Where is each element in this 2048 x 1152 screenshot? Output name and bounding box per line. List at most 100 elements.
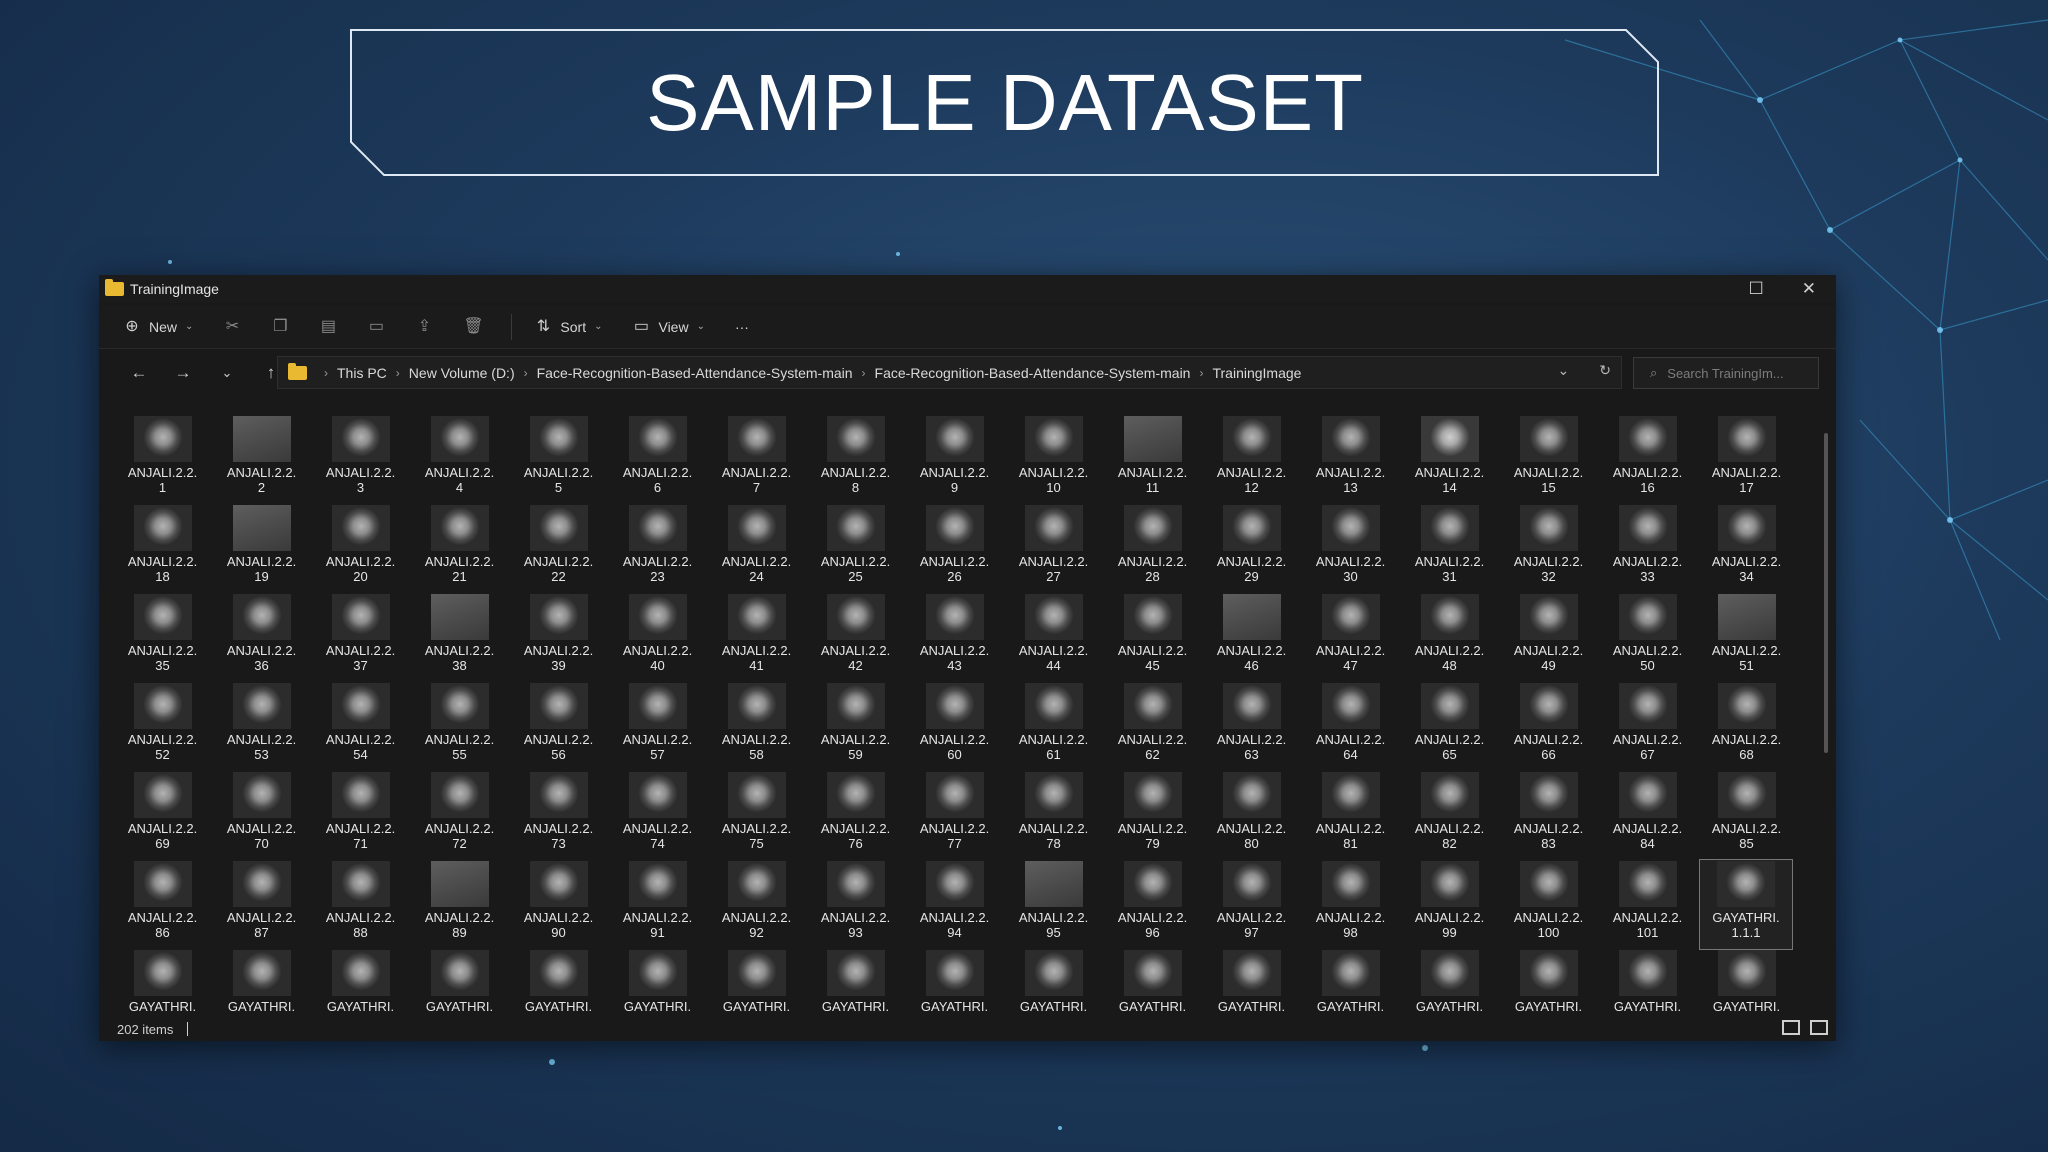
breadcrumb-drive[interactable]: New Volume (D:) (409, 365, 515, 381)
file-item[interactable]: ANJALI.2.2. 77 (905, 771, 1004, 860)
file-item[interactable]: ANJALI.2.2. 73 (509, 771, 608, 860)
file-item[interactable]: ANJALI.2.2. 55 (410, 682, 509, 771)
file-item[interactable]: ANJALI.2.2. 66 (1499, 682, 1598, 771)
file-item[interactable]: ANJALI.2.2. 83 (1499, 771, 1598, 860)
file-item[interactable]: ANJALI.2.2. 67 (1598, 682, 1697, 771)
file-item[interactable]: ANJALI.2.2. 58 (707, 682, 806, 771)
file-item[interactable]: ANJALI.2.2. 51 (1697, 593, 1796, 682)
file-item[interactable]: ANJALI.2.2. 92 (707, 860, 806, 949)
file-item[interactable]: ANJALI.2.2. 46 (1202, 593, 1301, 682)
file-item[interactable]: ANJALI.2.2. 40 (608, 593, 707, 682)
file-item[interactable]: ANJALI.2.2. 56 (509, 682, 608, 771)
vertical-scrollbar[interactable] (1824, 433, 1828, 753)
file-item[interactable]: ANJALI.2.2. 94 (905, 860, 1004, 949)
file-item[interactable]: GAYATHRI. 1.1.1 (1699, 859, 1793, 950)
file-item[interactable]: ANJALI.2.2. 17 (1697, 415, 1796, 504)
file-item[interactable]: ANJALI.2.2. 7 (707, 415, 806, 504)
file-item[interactable]: ANJALI.2.2. 35 (113, 593, 212, 682)
file-item[interactable]: ANJALI.2.2. 36 (212, 593, 311, 682)
file-item[interactable]: GAYATHRI. (1598, 949, 1697, 1013)
file-item[interactable]: ANJALI.2.2. 81 (1301, 771, 1400, 860)
file-item[interactable]: GAYATHRI. (905, 949, 1004, 1013)
file-item[interactable]: ANJALI.2.2. 6 (608, 415, 707, 504)
search-box[interactable]: ⌕ Search TrainingIm... (1633, 357, 1819, 389)
file-item[interactable]: ANJALI.2.2. 57 (608, 682, 707, 771)
file-item[interactable]: ANJALI.2.2. 9 (905, 415, 1004, 504)
file-item[interactable]: ANJALI.2.2. 98 (1301, 860, 1400, 949)
file-item[interactable]: GAYATHRI. (311, 949, 410, 1013)
file-item[interactable]: ANJALI.2.2. 69 (113, 771, 212, 860)
breadcrumb-this-pc[interactable]: This PC (337, 365, 387, 381)
file-item[interactable]: ANJALI.2.2. 24 (707, 504, 806, 593)
delete-button[interactable]: 🗑 (463, 318, 483, 336)
file-item[interactable]: GAYATHRI. (1499, 949, 1598, 1013)
file-item[interactable]: ANJALI.2.2. 18 (113, 504, 212, 593)
cut-button[interactable]: ✂ (223, 318, 241, 336)
file-item[interactable]: ANJALI.2.2. 44 (1004, 593, 1103, 682)
file-item[interactable]: GAYATHRI. (1103, 949, 1202, 1013)
file-item[interactable]: ANJALI.2.2. 95 (1004, 860, 1103, 949)
close-button[interactable]: ✕ (1802, 279, 1816, 299)
file-item[interactable]: ANJALI.2.2. 42 (806, 593, 905, 682)
file-item[interactable]: ANJALI.2.2. 61 (1004, 682, 1103, 771)
file-item[interactable]: ANJALI.2.2. 76 (806, 771, 905, 860)
file-item[interactable]: ANJALI.2.2. 31 (1400, 504, 1499, 593)
file-item[interactable]: ANJALI.2.2. 20 (311, 504, 410, 593)
file-item[interactable]: ANJALI.2.2. 10 (1004, 415, 1103, 504)
address-history-chevron-icon[interactable]: ⌄ (1558, 362, 1570, 379)
file-item[interactable]: ANJALI.2.2. 41 (707, 593, 806, 682)
file-item[interactable]: ANJALI.2.2. 62 (1103, 682, 1202, 771)
file-item[interactable]: ANJALI.2.2. 21 (410, 504, 509, 593)
file-item[interactable]: ANJALI.2.2. 26 (905, 504, 1004, 593)
file-item[interactable]: ANJALI.2.2. 53 (212, 682, 311, 771)
file-item[interactable]: ANJALI.2.2. 27 (1004, 504, 1103, 593)
sort-button[interactable]: ⇅ Sort ⌄ (534, 318, 603, 336)
file-item[interactable]: ANJALI.2.2. 63 (1202, 682, 1301, 771)
file-item[interactable]: ANJALI.2.2. 54 (311, 682, 410, 771)
address-bar[interactable]: › This PC › New Volume (D:) › Face-Recog… (277, 356, 1622, 389)
file-item[interactable]: ANJALI.2.2. 88 (311, 860, 410, 949)
file-item[interactable]: ANJALI.2.2. 8 (806, 415, 905, 504)
file-item[interactable]: ANJALI.2.2. 84 (1598, 771, 1697, 860)
large-icons-view-icon[interactable] (1810, 1020, 1828, 1035)
file-item[interactable]: GAYATHRI. (806, 949, 905, 1013)
file-item[interactable]: ANJALI.2.2. 28 (1103, 504, 1202, 593)
file-item[interactable]: GAYATHRI. (1697, 949, 1796, 1013)
file-item[interactable]: GAYATHRI. (608, 949, 707, 1013)
file-item[interactable]: ANJALI.2.2. 85 (1697, 771, 1796, 860)
file-item[interactable]: ANJALI.2.2. 91 (608, 860, 707, 949)
file-item[interactable]: ANJALI.2.2. 100 (1499, 860, 1598, 949)
forward-arrow-icon[interactable]: → (161, 363, 205, 383)
file-item[interactable]: ANJALI.2.2. 93 (806, 860, 905, 949)
refresh-icon[interactable]: ↻ (1599, 362, 1611, 379)
file-item[interactable]: ANJALI.2.2. 65 (1400, 682, 1499, 771)
file-item[interactable]: ANJALI.2.2. 49 (1499, 593, 1598, 682)
new-button[interactable]: ⊕ New ⌄ (123, 318, 193, 336)
share-button[interactable]: ⇪ (415, 318, 433, 336)
file-item[interactable]: ANJALI.2.2. 29 (1202, 504, 1301, 593)
file-item[interactable]: ANJALI.2.2. 33 (1598, 504, 1697, 593)
file-item[interactable]: ANJALI.2.2. 14 (1400, 415, 1499, 504)
more-options-button[interactable]: ··· (735, 319, 749, 335)
file-item[interactable]: ANJALI.2.2. 52 (113, 682, 212, 771)
file-item[interactable]: GAYATHRI. (1202, 949, 1301, 1013)
file-item[interactable]: ANJALI.2.2. 96 (1103, 860, 1202, 949)
file-item[interactable]: ANJALI.2.2. 1 (113, 415, 212, 504)
file-item[interactable]: ANJALI.2.2. 2 (212, 415, 311, 504)
file-item[interactable]: GAYATHRI. (113, 949, 212, 1013)
breadcrumb-project[interactable]: Face-Recognition-Based-Attendance-System… (537, 365, 853, 381)
copy-button[interactable]: ❐ (271, 318, 289, 336)
rename-button[interactable]: ▭ (367, 318, 385, 336)
file-item[interactable]: ANJALI.2.2. 25 (806, 504, 905, 593)
file-item[interactable]: ANJALI.2.2. 48 (1400, 593, 1499, 682)
file-item[interactable]: ANJALI.2.2. 75 (707, 771, 806, 860)
file-item[interactable]: ANJALI.2.2. 101 (1598, 860, 1697, 949)
breadcrumb-project-inner[interactable]: Face-Recognition-Based-Attendance-System… (875, 365, 1191, 381)
file-item[interactable]: ANJALI.2.2. 47 (1301, 593, 1400, 682)
file-item[interactable]: ANJALI.2.2. 30 (1301, 504, 1400, 593)
file-item[interactable]: ANJALI.2.2. 59 (806, 682, 905, 771)
file-item[interactable]: GAYATHRI. (212, 949, 311, 1013)
maximize-button[interactable]: ☐ (1749, 279, 1764, 299)
file-item[interactable]: ANJALI.2.2. 97 (1202, 860, 1301, 949)
recent-chevron-icon[interactable]: ⌄ (205, 365, 249, 381)
